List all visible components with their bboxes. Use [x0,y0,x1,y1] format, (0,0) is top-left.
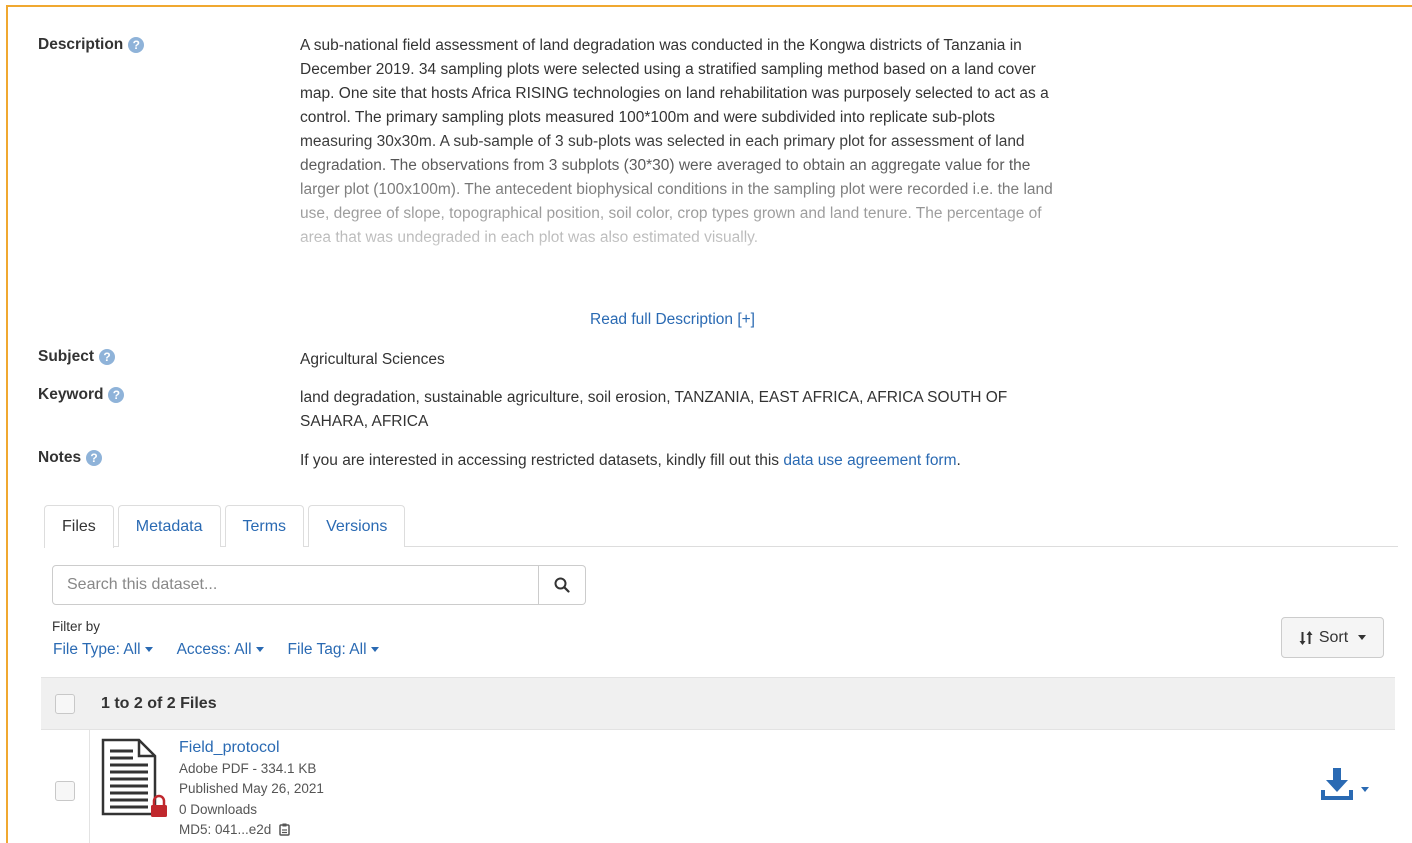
search-bar [52,565,586,605]
notes-value: If you are interested in accessing restr… [300,449,961,473]
table-row: Field_protocol Adobe PDF - 334.1 KB Publ… [41,729,1395,843]
notes-text-end: . [956,452,961,469]
caret-down-icon [370,647,379,653]
download-button[interactable] [1321,766,1369,800]
filters: File Type: All Access: All File Tag: All [53,641,379,659]
search-button[interactable] [539,565,586,605]
help-icon[interactable]: ? [86,450,103,466]
subject-label: Subject ? [38,348,300,366]
keyword-label: Keyword ? [38,386,300,404]
description-label-text: Description [38,36,124,53]
caret-down-icon [1358,635,1367,640]
dataset-tabs: Files Metadata Terms Versions [44,505,1398,548]
tab-files[interactable]: Files [44,505,114,548]
clipboard-icon[interactable] [278,822,292,836]
caret-down-icon [144,647,153,653]
description-row: Description ? [38,36,300,54]
file-tag-filter[interactable]: File Tag: All [288,641,379,659]
search-input[interactable] [52,565,539,605]
search-icon [554,577,570,593]
keyword-row: Keyword ? land degradation, sustainable … [38,386,1050,434]
keyword-value: land degradation, sustainable agricultur… [300,389,1008,430]
subject-value: Agricultural Sciences [300,351,445,368]
filter-by-label: Filter by [52,619,101,634]
read-full-description-link[interactable]: Read full Description [+] [590,311,755,329]
access-filter[interactable]: Access: All [177,641,264,659]
file-published-date: Published May 26, 2021 [179,781,324,796]
file-type-filter-label: File Type: All [53,641,141,658]
data-use-agreement-link[interactable]: data use agreement form [783,452,956,469]
tab-versions[interactable]: Versions [308,505,406,547]
files-table-header: 1 to 2 of 2 Files [41,677,1395,729]
file-download-count: 0 Downloads [179,801,258,817]
file-type-size: Adobe PDF - 334.1 KB [179,760,317,776]
sort-button[interactable]: Sort [1281,617,1384,658]
lock-icon [151,794,167,817]
file-type-filter[interactable]: File Type: All [53,641,153,659]
file-tag-filter-label: File Tag: All [287,641,367,658]
help-icon[interactable]: ? [128,37,145,53]
file-count: 1 to 2 of 2 Files [101,694,217,712]
notes-label-text: Notes [38,449,82,466]
file-name-link[interactable]: Field_protocol [179,739,280,756]
subject-label-text: Subject [38,348,94,365]
row-divider [89,730,90,843]
caret-down-icon [255,647,264,653]
access-filter-label: Access: All [176,641,252,658]
select-all-checkbox[interactable] [55,693,75,714]
keyword-label-text: Keyword [38,386,104,403]
help-icon[interactable]: ? [108,387,125,403]
sort-icon [1299,630,1313,645]
file-md5: MD5: 041...e2d [179,820,324,841]
description-text: A sub-national field assessment of land … [300,37,1053,246]
notes-row: Notes ? If you are interested in accessi… [38,449,961,473]
sort-label: Sort [1318,628,1349,646]
file-info: Field_protocol Adobe PDF - 334.1 KB Publ… [179,738,324,841]
file-checkbox[interactable] [55,781,75,801]
file-icon[interactable] [99,738,171,818]
download-icon [1321,768,1353,800]
notes-label: Notes ? [38,449,300,467]
tab-metadata[interactable]: Metadata [117,505,221,547]
file-md5-text: MD5: 041...e2d [179,822,272,837]
tab-terms[interactable]: Terms [224,505,305,547]
help-icon[interactable]: ? [98,349,115,365]
description-label: Description ? [38,36,300,54]
subject-row: Subject ? Agricultural Sciences [38,348,445,372]
caret-down-icon [1361,787,1369,792]
notes-text: If you are interested in accessing restr… [300,452,784,469]
